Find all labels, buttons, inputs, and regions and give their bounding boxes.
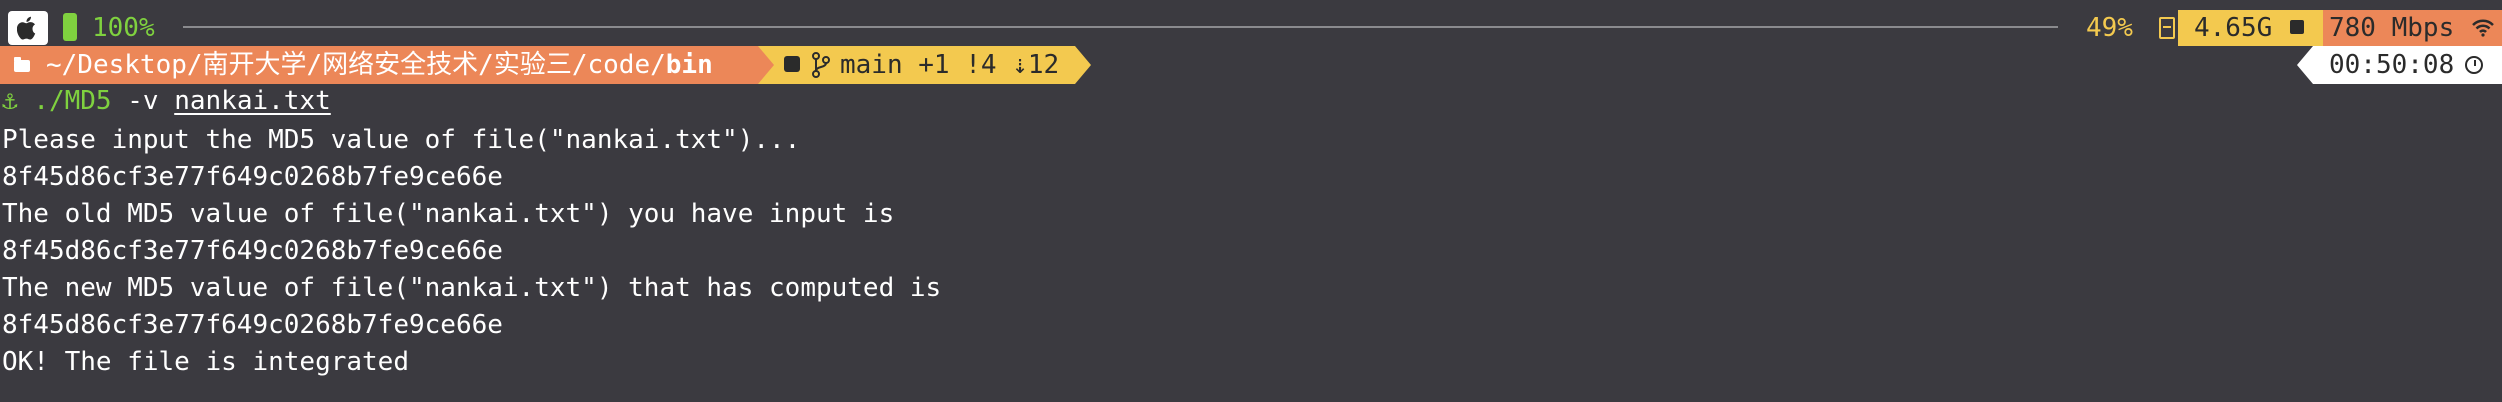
output-line: OK! The file is integrated xyxy=(2,347,409,377)
folder-icon xyxy=(14,57,30,72)
drive-icon xyxy=(2159,17,2175,39)
command-file-arg: nankai.txt xyxy=(174,86,331,116)
clock-icon xyxy=(2465,56,2483,74)
battery-icon xyxy=(63,13,77,41)
memory-usage: 4.65G xyxy=(2194,13,2273,43)
segment-separator xyxy=(758,46,774,84)
time-segment: 00:50:08 xyxy=(2313,46,2502,84)
prompt-path: ~/Desktop/南开大学/网络安全技术/实验三/code/bin xyxy=(46,48,713,82)
git-cat-icon xyxy=(784,56,800,72)
anchor-icon: ⚓ xyxy=(2,86,18,116)
apple-logo-icon xyxy=(8,11,48,45)
command-name: ./MD5 xyxy=(33,86,112,116)
output-line: 8f45d86cf3e77f649c0268b7fe9ce66e xyxy=(2,236,503,266)
git-status-segment: main +1 !4 ⇣12 xyxy=(774,46,1075,84)
battery-percentage: 100% xyxy=(92,13,155,43)
prompt-time: 00:50:08 xyxy=(2329,50,2455,80)
time-segment-arrow xyxy=(2297,46,2313,84)
output-line: Please input the MD5 value of file("nank… xyxy=(2,125,801,155)
status-divider xyxy=(183,26,2058,28)
output-line: 8f45d86cf3e77f649c0268b7fe9ce66e xyxy=(2,162,503,192)
memory-chip-icon xyxy=(2290,20,2304,34)
git-branch-icon xyxy=(812,52,830,78)
segment-end-arrow xyxy=(1075,46,1091,84)
command-flag: -v xyxy=(111,86,175,116)
path-current-dir: bin xyxy=(665,50,713,80)
path-prefix: ~/Desktop/南开大学/网络安全技术/实验三/code/ xyxy=(46,50,666,80)
terminal-output: Please input the MD5 value of file("nank… xyxy=(2,122,941,381)
network-speed: 780 Mbps xyxy=(2329,13,2455,43)
output-line: 8f45d86cf3e77f649c0268b7fe9ce66e xyxy=(2,310,503,340)
output-line: The old MD5 value of file("nankai.txt") … xyxy=(2,199,895,229)
output-line: The new MD5 value of file("nankai.txt") … xyxy=(2,273,942,303)
cpu-usage: 49% xyxy=(2086,13,2133,43)
prompt-path-segment: ~/Desktop/南开大学/网络安全技术/实验三/code/bin xyxy=(0,46,758,84)
command-line[interactable]: ⚓ ./MD5 -v nankai.txt xyxy=(2,85,331,117)
wifi-icon xyxy=(2472,19,2494,37)
memory-segment: 4.65G xyxy=(2178,10,2323,46)
git-status: main +1 !4 ⇣12 xyxy=(840,50,1060,80)
network-segment: 780 Mbps xyxy=(2323,10,2502,46)
